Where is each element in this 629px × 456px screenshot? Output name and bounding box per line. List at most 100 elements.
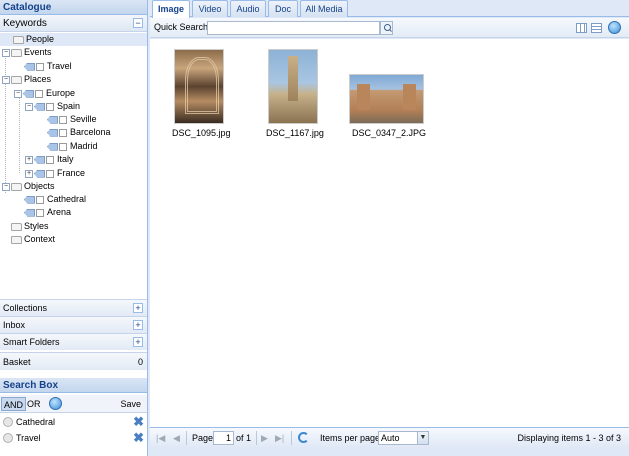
collapse-toggle-icon[interactable]: −: [2, 75, 10, 84]
first-page-icon[interactable]: |◀: [156, 433, 165, 444]
tag-icon: [34, 155, 45, 164]
minus-icon[interactable]: [3, 433, 13, 443]
tree-node-italy[interactable]: + Italy: [25, 153, 74, 166]
checkbox[interactable]: [36, 208, 44, 217]
tab-video[interactable]: Video: [192, 0, 228, 17]
checkbox[interactable]: [35, 89, 43, 98]
checkbox[interactable]: [36, 62, 44, 71]
smart-folders-section[interactable]: Smart Folders +: [0, 333, 147, 350]
tree-node-label: Context: [24, 234, 56, 244]
tree-node-europe[interactable]: − Europe: [14, 87, 75, 100]
page-count-label: of 1: [236, 433, 252, 443]
expand-toggle-icon[interactable]: +: [25, 169, 33, 178]
tree-node-label: Seville: [70, 114, 97, 124]
quick-search-label: Quick Search:: [154, 22, 211, 32]
collapse-toggle-icon[interactable]: −: [2, 182, 10, 191]
tree-node-label: People: [26, 34, 55, 44]
collapse-toggle-icon[interactable]: −: [25, 102, 33, 111]
checkbox[interactable]: [46, 155, 54, 164]
tree-node-cathedral[interactable]: Cathedral: [24, 193, 86, 206]
tag-icon: [34, 102, 45, 111]
remove-icon[interactable]: ✖: [133, 415, 144, 429]
tree-node-seville[interactable]: Seville: [47, 113, 97, 126]
expand-icon[interactable]: +: [133, 320, 143, 330]
tree-node-styles[interactable]: Styles: [11, 220, 49, 233]
tree-node-people[interactable]: People: [0, 33, 147, 46]
tree-node-travel[interactable]: Travel: [24, 60, 72, 73]
tree-node-france[interactable]: + France: [25, 167, 85, 180]
or-button[interactable]: OR: [25, 397, 43, 411]
remove-icon[interactable]: ✖: [133, 431, 144, 445]
tag-icon: [24, 195, 35, 204]
tree-node-madrid[interactable]: Madrid: [47, 140, 98, 153]
folder-icon: [11, 48, 22, 57]
keywords-header[interactable]: Keywords −: [0, 15, 147, 32]
page-number-input[interactable]: [213, 431, 234, 445]
tree-node-label: Events: [24, 47, 52, 57]
tab-image[interactable]: Image: [152, 0, 190, 18]
expand-toggle-icon[interactable]: +: [25, 155, 33, 164]
globe-icon[interactable]: [49, 397, 62, 410]
and-button[interactable]: AND: [1, 397, 27, 411]
basket-count: 0: [137, 357, 143, 367]
tag-icon: [34, 169, 45, 178]
tag-icon: [47, 128, 58, 137]
tree-node-places[interactable]: − Places: [2, 73, 51, 86]
tag-icon: [47, 142, 58, 151]
tree-node-spain[interactable]: − Spain: [25, 100, 80, 113]
chevron-down-icon[interactable]: ▼: [417, 432, 428, 444]
smart-folders-label: Smart Folders: [3, 337, 60, 347]
checkbox[interactable]: [59, 128, 67, 137]
thumbnail-view-icon[interactable]: [576, 23, 587, 33]
search-icon[interactable]: [380, 21, 393, 35]
collapse-toggle-icon[interactable]: −: [14, 89, 22, 98]
checkbox[interactable]: [46, 102, 54, 111]
checkbox[interactable]: [36, 195, 44, 204]
checkbox[interactable]: [59, 142, 67, 151]
basket-label: Basket: [3, 357, 31, 367]
tag-icon: [47, 115, 58, 124]
items-per-page-label: Items per page:: [320, 433, 383, 443]
tree-node-label: Madrid: [70, 141, 98, 151]
checkbox[interactable]: [59, 115, 67, 124]
collapse-toggle-icon[interactable]: −: [2, 48, 10, 57]
tab-all-media[interactable]: All Media: [300, 0, 348, 17]
search-box-title: Search Box: [0, 378, 147, 393]
tree-node-objects[interactable]: − Objects: [2, 180, 55, 193]
tree-node-barcelona[interactable]: Barcelona: [47, 126, 111, 139]
tree-node-label: Objects: [24, 181, 55, 191]
quick-search-input[interactable]: [207, 21, 380, 35]
tree-node-arena[interactable]: Arena: [24, 206, 71, 219]
checkbox[interactable]: [46, 169, 54, 178]
globe-icon[interactable]: [608, 21, 621, 34]
collections-section[interactable]: Collections +: [0, 299, 147, 316]
minus-icon[interactable]: [3, 417, 13, 427]
tab-audio[interactable]: Audio: [230, 0, 266, 17]
search-box-toolbar: AND OR Save: [0, 395, 147, 413]
next-page-icon[interactable]: ▶: [261, 433, 268, 444]
items-per-page-select[interactable]: Auto ▼: [378, 431, 429, 445]
tree-node-events[interactable]: − Events: [2, 46, 52, 59]
prev-page-icon[interactable]: ◀: [173, 433, 180, 444]
criterion-label: Travel: [16, 433, 41, 443]
tree-node-label: Cathedral: [47, 194, 87, 204]
keywords-label: Keywords: [3, 18, 47, 29]
basket-section[interactable]: Basket 0: [0, 352, 147, 370]
thumbnail-image[interactable]: [349, 74, 424, 124]
thumbnail-image[interactable]: [268, 49, 318, 124]
catalogue-title: Catalogue: [0, 0, 147, 15]
inbox-section[interactable]: Inbox +: [0, 316, 147, 333]
collapse-icon[interactable]: −: [133, 18, 143, 28]
save-button[interactable]: Save: [118, 397, 143, 411]
refresh-icon[interactable]: [298, 432, 309, 443]
tree-node-label: Arena: [47, 207, 72, 217]
tree-node-context[interactable]: Context: [11, 233, 55, 246]
expand-icon[interactable]: +: [133, 303, 143, 313]
tag-icon: [24, 208, 35, 217]
tab-doc[interactable]: Doc: [268, 0, 298, 17]
last-page-icon[interactable]: ▶|: [275, 433, 284, 444]
expand-icon[interactable]: +: [133, 337, 143, 347]
paging-toolbar: |◀ ◀ Page of 1 ▶ ▶| Items per page: Auto…: [150, 427, 629, 448]
list-view-icon[interactable]: [591, 23, 602, 33]
thumbnail-image[interactable]: [174, 49, 224, 124]
